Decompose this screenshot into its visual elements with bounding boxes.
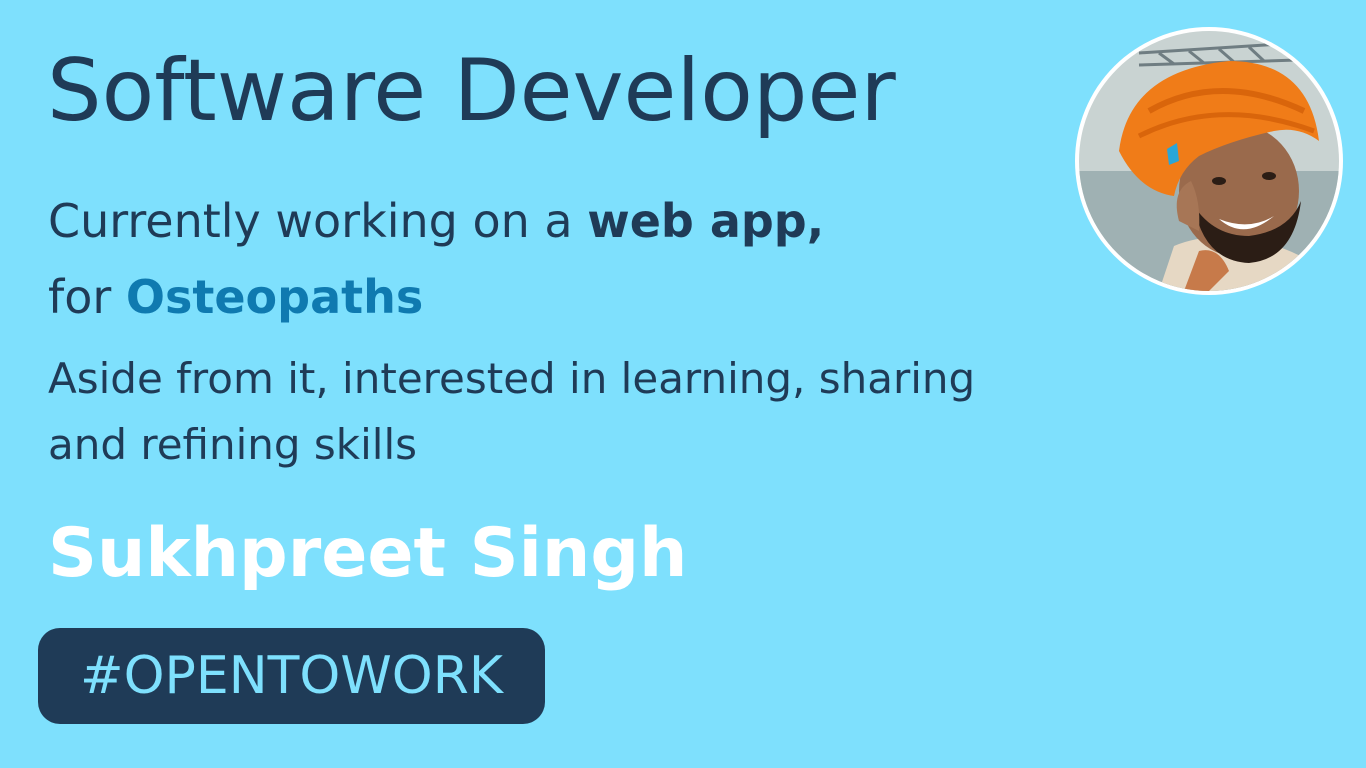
profile-photo-icon <box>1079 31 1339 291</box>
headline: Software Developer <box>47 41 896 141</box>
avatar <box>1075 27 1343 295</box>
aside-line1: Aside from it, interested in learning, s… <box>48 354 976 403</box>
open-to-work-badge: #OPENTOWORK <box>38 628 545 724</box>
intro-text: Currently working on a web app, for Oste… <box>48 183 824 335</box>
intro-audience: Osteopaths <box>125 270 424 324</box>
aside-text: Aside from it, interested in learning, s… <box>48 346 975 478</box>
person-name: Sukhpreet Singh <box>48 514 688 593</box>
intro-emphasis: web app, <box>587 194 825 248</box>
intro-line2-prefix: for <box>48 270 126 324</box>
intro-prefix: Currently working on a <box>48 194 588 248</box>
aside-line2: and refining skills <box>48 420 418 469</box>
